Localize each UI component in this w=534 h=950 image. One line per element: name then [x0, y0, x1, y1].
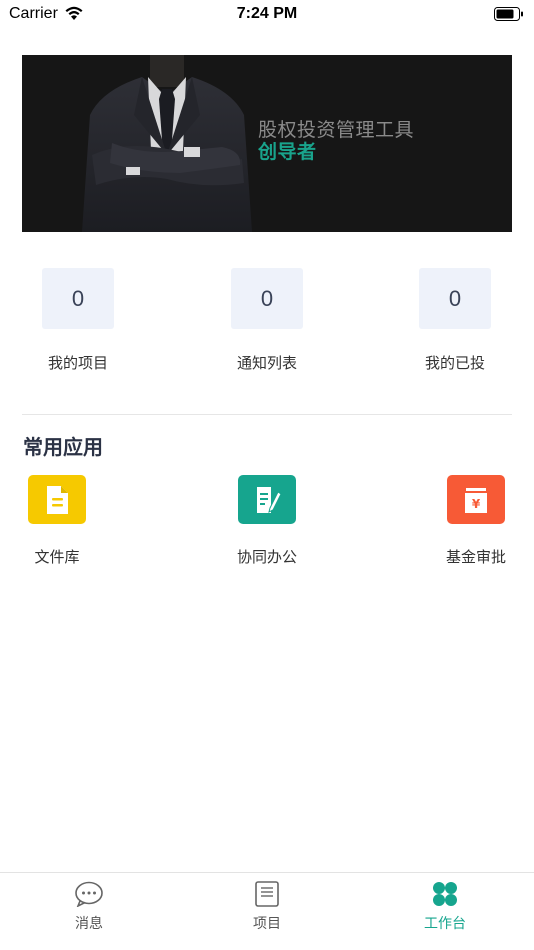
svg-text:¥: ¥ [472, 497, 481, 511]
clover-icon [433, 882, 457, 906]
tab-bar: 消息 项目 工作台 [0, 872, 534, 950]
app-collaboration[interactable]: 协同办公 [222, 475, 312, 567]
document-icon [28, 475, 86, 524]
stat-label: 我的已投 [424, 354, 485, 372]
stat-value: 0 [42, 268, 114, 329]
tab-label: 项目 [253, 916, 281, 932]
banner-subtitle: 创导者 [258, 141, 317, 163]
yen-calendar-icon: ¥ [447, 475, 505, 524]
app-file-library[interactable]: 文件库 [20, 475, 94, 567]
tab-workbench[interactable]: 工作台 [395, 881, 495, 933]
stat-value: 0 [419, 268, 491, 329]
stat-label: 我的项目 [47, 354, 108, 372]
businessman-image [72, 55, 262, 232]
banner[interactable]: 股权投资管理工具 创导者 [22, 55, 512, 232]
tab-label: 消息 [75, 916, 103, 932]
battery-icon [494, 7, 523, 21]
stat-my-investments[interactable]: 0 我的已投 [395, 268, 515, 373]
app-fund-approval[interactable]: ¥ 基金审批 [438, 475, 514, 567]
section-title: 常用应用 [23, 435, 103, 459]
notebook-icon [255, 881, 279, 907]
tab-label: 工作台 [424, 916, 466, 932]
status-bar: Carrier 7:24 PM [0, 0, 534, 28]
chat-bubble-icon [75, 881, 103, 908]
tab-projects[interactable]: 项目 [217, 881, 317, 933]
stat-notifications[interactable]: 0 通知列表 [207, 268, 327, 373]
edit-document-icon [238, 475, 296, 524]
app-label: 文件库 [34, 548, 80, 566]
divider [22, 414, 512, 415]
tab-messages[interactable]: 消息 [39, 881, 139, 933]
app-label: 协同办公 [236, 548, 297, 566]
stat-value: 0 [231, 268, 303, 329]
status-time: 7:24 PM [236, 5, 298, 22]
app-label: 基金审批 [445, 548, 506, 566]
stat-my-projects[interactable]: 0 我的项目 [18, 268, 138, 373]
stat-label: 通知列表 [236, 354, 297, 372]
